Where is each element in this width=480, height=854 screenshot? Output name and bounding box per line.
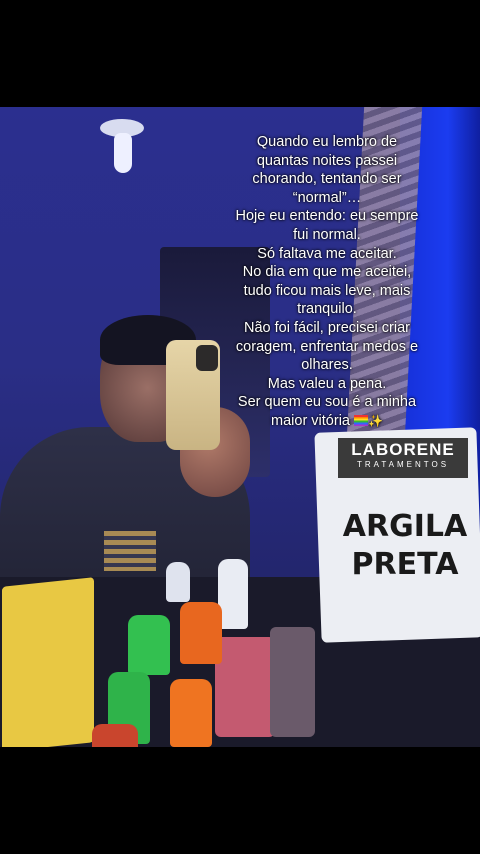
caption-line: chorando, tentando ser [252, 171, 402, 188]
pink-bottle [215, 637, 275, 737]
caption-line: tudo ficou mais leve, mais [243, 282, 411, 299]
caption-last-line: maior vitória ✨ [226, 412, 428, 431]
light-bulb [114, 133, 132, 173]
product-title: ARGILA PRETA [330, 508, 480, 584]
caption-line: No dia em que me aceitei, [242, 264, 412, 281]
caption-line: coragem, enfrentar medos e [235, 338, 419, 355]
brand-sub: TRATAMENTOS [356, 460, 450, 469]
caption-line: Só faltava me aceitar. [257, 245, 397, 262]
caption-line: Quando eu lembro de [256, 134, 398, 150]
shirt-graphic [104, 531, 156, 571]
small-bottle [166, 562, 190, 602]
orange-pump-bottle [170, 679, 212, 747]
sparkles-icon: ✨ [368, 413, 383, 428]
product-brand: LABORENE TRATAMENTOS [338, 438, 468, 478]
caption-line: Hoje eu entendo: eu sempre [235, 208, 419, 225]
rainbow-flag-icon [354, 414, 369, 426]
red-bottle [92, 724, 138, 747]
caption-line: Mas valeu a pena. [267, 375, 387, 392]
caption-line: tranquilo. [297, 301, 357, 318]
product-title-line: PRETA [351, 547, 459, 582]
caption-line: “normal”… [292, 189, 362, 206]
caption-line: quantas noites passei [256, 152, 398, 169]
green-pump-bottle [128, 615, 170, 675]
white-bottle [218, 559, 248, 629]
grey-bottle [270, 627, 315, 737]
caption: Quando eu lembro de quantas noites passe… [226, 133, 428, 431]
phone-camera-icon [196, 345, 218, 371]
orange-pump-bottle [180, 602, 222, 664]
brand-name: LABORENE [351, 440, 455, 459]
caption-line: fui normal. [293, 226, 361, 243]
caption-line: Ser quem eu sou é a minha [237, 394, 417, 411]
caption-line: olhares. [301, 357, 353, 374]
caption-line: maior vitória [271, 412, 350, 429]
yellow-package [2, 577, 94, 747]
product-title-line: ARGILA [342, 509, 468, 544]
caption-line: Não foi fácil, precisei criar [244, 319, 410, 336]
